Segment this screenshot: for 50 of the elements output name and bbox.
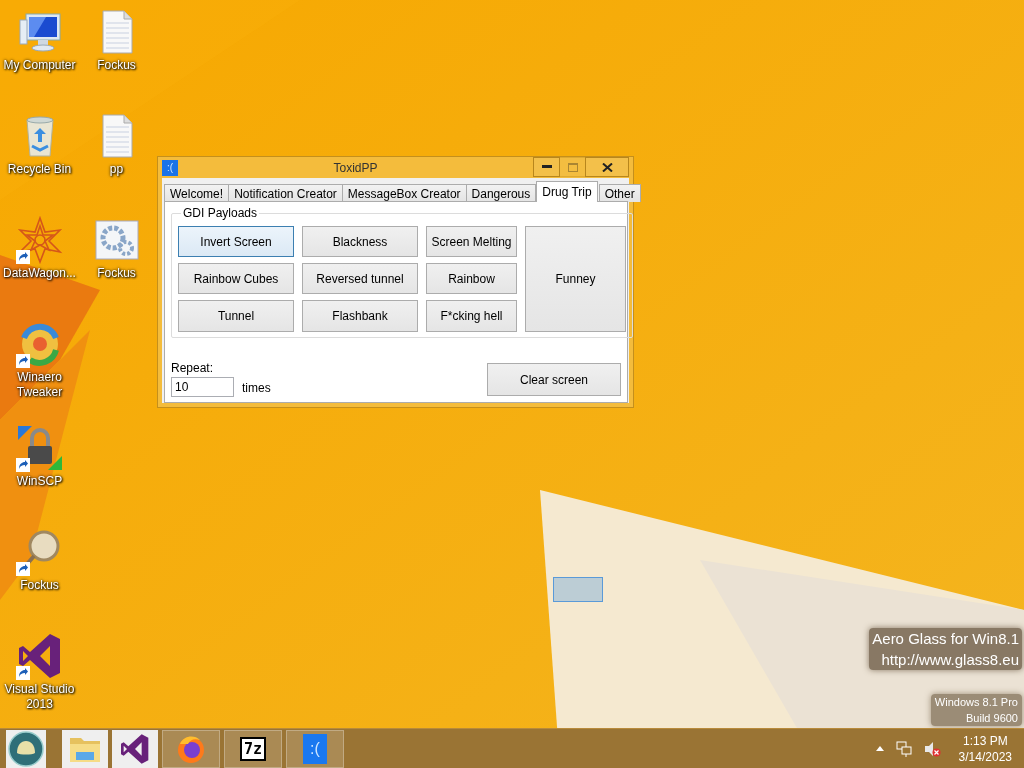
minimize-button[interactable]	[533, 157, 560, 177]
app-icon: :(	[162, 159, 178, 176]
archive-logo: 7z	[239, 736, 267, 761]
tab[interactable]: Dangerous	[465, 184, 537, 202]
payload-button[interactable]: Tunnel	[178, 300, 294, 332]
star-icon	[15, 216, 64, 264]
times-label: times	[242, 381, 271, 395]
minimize-icon	[541, 165, 552, 169]
edition-text: Build 9600	[965, 711, 1018, 726]
overlay-text: http://www.glass8.eu	[880, 650, 1019, 670]
clock-date: 3/14/2023	[958, 748, 1012, 765]
taskbar-button[interactable]	[112, 729, 158, 768]
selection-rectangle	[553, 577, 603, 602]
payload-button[interactable]: Reversed tunnel	[302, 263, 418, 294]
clock-time: 1:13 PM	[961, 732, 1009, 749]
payload-button[interactable]: Rainbow	[426, 263, 517, 294]
payload-button[interactable]: Screen Melting	[426, 226, 517, 257]
taskbar-button[interactable]	[6, 729, 46, 768]
clock[interactable]: 1:13 PM 3/14/2023	[958, 732, 1012, 765]
taskbar-button[interactable]	[162, 729, 220, 768]
edition-text: Windows 8.1 Pro	[934, 695, 1018, 710]
group-title: GDI Payloads	[182, 206, 259, 220]
padlock-icon	[15, 424, 64, 472]
network-icon[interactable]	[895, 740, 912, 757]
overlay-text: Aero Glass for Win8.1	[872, 629, 1019, 649]
tab[interactable]: Notification Creator	[228, 184, 343, 202]
caret-up-icon[interactable]	[875, 746, 884, 751]
close-icon	[601, 162, 613, 172]
clear-screen-button[interactable]: Clear screen	[487, 363, 621, 396]
speaker-icon[interactable]	[923, 740, 941, 757]
taskbar-button[interactable]	[62, 729, 108, 768]
payload-button[interactable]: F*cking hell	[426, 300, 517, 332]
maximize-icon	[567, 162, 578, 172]
taskbar-button[interactable]: 7z	[224, 729, 282, 768]
tab[interactable]: MessageBox Creator	[341, 184, 467, 202]
repeat-field[interactable]: 10	[171, 377, 234, 397]
tab[interactable]: Welcome!	[164, 184, 230, 202]
payload-button[interactable]: Flashbank	[302, 300, 418, 332]
repeat-label: Repeat:	[171, 361, 215, 375]
close-button[interactable]	[585, 157, 629, 177]
payload-button[interactable]: Rainbow Cubes	[178, 263, 294, 294]
payload-button[interactable]: Invert Screen	[178, 226, 294, 257]
app-logo: :(	[303, 733, 327, 764]
window-title: ToxidPP	[332, 160, 379, 175]
payload-button[interactable]: Blackness	[302, 226, 418, 257]
start-orb-icon	[8, 730, 44, 767]
visual-studio-icon	[119, 732, 151, 765]
tab[interactable]: Drug Trip	[536, 181, 598, 202]
payload-button[interactable]: Funney	[525, 226, 626, 332]
tab[interactable]: Other	[598, 184, 641, 202]
